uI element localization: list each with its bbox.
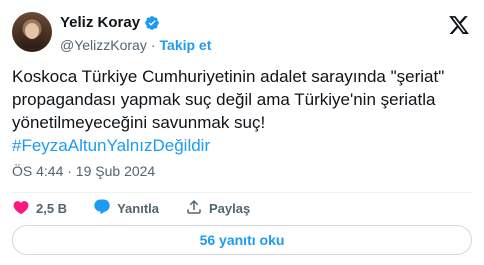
reply-button[interactable]: Yanıtla (93, 198, 159, 219)
avatar-face (25, 23, 39, 39)
like-button[interactable]: 2,5 B (12, 198, 67, 219)
handle-row: @YelizzKoray · Takip et (60, 37, 211, 53)
like-count: 2,5 B (36, 200, 68, 216)
tweet-timestamp[interactable]: ÖS 4:44 · 19 Şub 2024 (12, 163, 155, 179)
share-upload-icon (185, 198, 203, 219)
follow-button[interactable]: Takip et (160, 37, 212, 53)
user-handle[interactable]: @YelizzKoray (60, 37, 147, 53)
reply-label: Yanıtla (117, 200, 159, 216)
name-row: Yeliz Koray (60, 14, 160, 32)
reply-bubble-icon (93, 198, 111, 219)
read-replies-button[interactable]: 56 yanıtı oku (12, 225, 472, 255)
tweet-card: Yeliz Koray @YelizzKoray · Takip et Kosk… (0, 0, 484, 265)
tweet-text: Koskoca Türkiye Cumhuriyetinin adalet sa… (12, 67, 445, 132)
display-name[interactable]: Yeliz Koray (60, 14, 140, 32)
separator-dot: · (150, 37, 156, 53)
action-bar: 2,5 B Yanıtla Paylaş (12, 196, 250, 220)
heart-icon (12, 198, 30, 219)
x-logo-icon[interactable] (448, 14, 470, 36)
avatar[interactable] (12, 12, 52, 52)
tweet-body: Koskoca Türkiye Cumhuriyetinin adalet sa… (12, 65, 472, 157)
hashtag-link[interactable]: #FeyzaAltunYalnızDeğildir (12, 136, 210, 155)
share-button[interactable]: Paylaş (185, 198, 250, 219)
divider (12, 192, 472, 193)
verified-badge-icon (144, 15, 160, 31)
share-label: Paylaş (209, 200, 251, 216)
